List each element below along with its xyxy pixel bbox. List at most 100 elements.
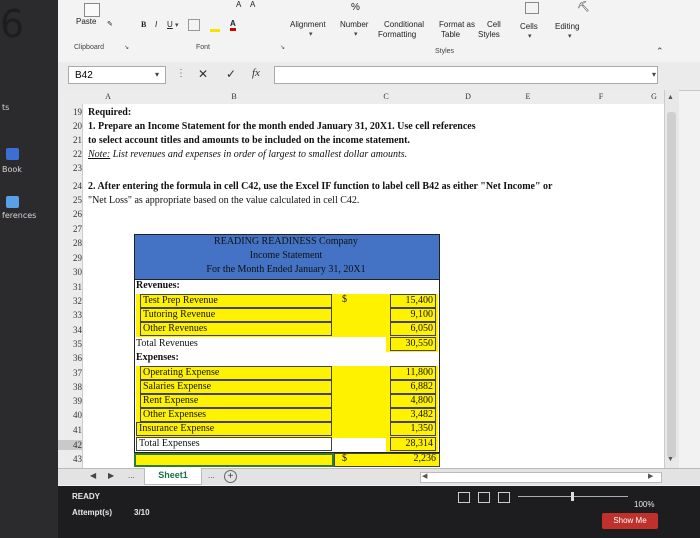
expense-amount[interactable]: 4,800 bbox=[390, 394, 436, 408]
row-header[interactable]: 35 bbox=[58, 339, 82, 349]
row-header[interactable]: 29 bbox=[58, 253, 82, 263]
revenue-name[interactable]: Other Revenues bbox=[140, 322, 332, 336]
row-header[interactable]: 31 bbox=[58, 282, 82, 292]
column-header-c[interactable]: C bbox=[334, 90, 438, 104]
font-color-button[interactable]: A bbox=[230, 19, 236, 31]
expand-formula-icon[interactable]: ▾ bbox=[652, 70, 656, 79]
row-header[interactable]: 36 bbox=[58, 353, 82, 363]
scrollbar-thumb[interactable] bbox=[667, 112, 676, 458]
zoom-level[interactable]: 100% bbox=[634, 500, 654, 509]
scroll-up-icon[interactable]: ▲ bbox=[667, 94, 674, 101]
dialog-launcher-icon[interactable]: ↘ bbox=[124, 44, 129, 51]
alignment-button[interactable]: Alignment bbox=[290, 20, 326, 29]
editing-dropdown-icon[interactable]: ▾ bbox=[568, 32, 572, 40]
scroll-left-icon[interactable]: ◀ bbox=[422, 472, 427, 480]
references-icon[interactable] bbox=[6, 196, 19, 208]
revenue-amount[interactable]: 6,050 bbox=[390, 322, 436, 336]
cells-dropdown-icon[interactable]: ▾ bbox=[528, 32, 532, 40]
normal-view-icon[interactable] bbox=[458, 492, 470, 503]
row-header[interactable]: 25 bbox=[58, 195, 82, 205]
revenues-label[interactable]: Revenues: bbox=[136, 280, 180, 291]
italic-button[interactable]: I bbox=[155, 20, 157, 29]
row-header[interactable]: 34 bbox=[58, 325, 82, 335]
page-break-icon[interactable] bbox=[498, 492, 510, 503]
expense-amount[interactable]: 1,350 bbox=[390, 422, 436, 436]
sheet-overflow-left[interactable]: ... bbox=[128, 471, 135, 480]
expense-name[interactable]: Operating Expense bbox=[140, 366, 332, 380]
column-header-d[interactable]: D bbox=[438, 90, 498, 104]
row-header-selected[interactable]: 42 bbox=[58, 440, 82, 450]
sheet-tab-sheet1[interactable]: Sheet1 bbox=[144, 468, 202, 485]
insert-function-icon[interactable]: fx bbox=[252, 67, 260, 79]
expense-amount[interactable]: 6,882 bbox=[390, 380, 436, 394]
row-header[interactable]: 22 bbox=[58, 149, 82, 159]
vertical-scrollbar[interactable]: ▲ ▼ bbox=[664, 90, 679, 468]
column-header-e[interactable]: E bbox=[498, 90, 558, 104]
row-header[interactable]: 19 bbox=[58, 107, 82, 117]
cells-button[interactable]: Cells bbox=[520, 22, 538, 31]
bold-button[interactable]: B bbox=[141, 20, 146, 29]
alignment-dropdown-icon[interactable]: ▾ bbox=[309, 30, 313, 38]
page-layout-icon[interactable] bbox=[478, 492, 490, 503]
format-as-table-label-2[interactable]: Table bbox=[441, 30, 460, 39]
editing-icon[interactable]: ⛏ bbox=[577, 2, 590, 13]
row-header[interactable]: 33 bbox=[58, 310, 82, 320]
editing-button[interactable]: Editing bbox=[555, 22, 579, 31]
book-icon[interactable] bbox=[6, 148, 19, 160]
cell-styles-button[interactable]: Cell bbox=[487, 20, 501, 29]
cells-icon[interactable] bbox=[525, 2, 539, 14]
total-revenues-label[interactable]: Total Revenues bbox=[136, 338, 198, 349]
horizontal-scrollbar[interactable] bbox=[420, 472, 662, 483]
zoom-slider-thumb[interactable] bbox=[571, 492, 574, 501]
paste-icon[interactable] bbox=[84, 3, 100, 17]
left-panel-item-3[interactable]: ferences bbox=[2, 211, 36, 220]
row-header[interactable]: 30 bbox=[58, 267, 82, 277]
row-header[interactable]: 21 bbox=[58, 135, 82, 145]
show-me-button[interactable]: Show Me bbox=[602, 513, 658, 529]
percent-icon[interactable]: % bbox=[351, 2, 360, 13]
name-box[interactable]: B42 bbox=[68, 66, 166, 84]
more-options-icon[interactable]: ⋮ bbox=[176, 68, 186, 79]
name-box-dropdown-icon[interactable]: ▾ bbox=[155, 70, 159, 79]
add-sheet-icon[interactable]: + bbox=[224, 470, 237, 483]
paste-button[interactable]: Paste bbox=[76, 17, 96, 26]
row-header[interactable]: 38 bbox=[58, 382, 82, 392]
underline-button[interactable]: U bbox=[167, 20, 173, 29]
row-header[interactable]: 23 bbox=[58, 163, 82, 173]
select-all-corner[interactable] bbox=[58, 90, 82, 104]
revenue-amount[interactable]: 15,400 bbox=[390, 294, 436, 308]
revenue-name[interactable]: Test Prep Revenue bbox=[140, 294, 332, 308]
expense-name[interactable]: Salaries Expense bbox=[140, 380, 332, 394]
net-income-label-cell-b42[interactable] bbox=[134, 453, 334, 467]
enter-icon[interactable]: ✓ bbox=[226, 67, 236, 81]
column-header-b[interactable]: B bbox=[134, 90, 334, 104]
net-dollar-sign[interactable]: $ bbox=[342, 453, 347, 464]
expense-name[interactable]: Rent Expense bbox=[140, 394, 332, 408]
total-expenses-label[interactable]: Total Expenses bbox=[136, 437, 332, 451]
row-header[interactable]: 27 bbox=[58, 224, 82, 234]
left-panel-item-2[interactable]: Book bbox=[2, 165, 22, 174]
total-expenses-amount[interactable]: 28,314 bbox=[390, 437, 436, 451]
expense-amount[interactable]: 11,800 bbox=[390, 366, 436, 380]
row-header[interactable]: 40 bbox=[58, 410, 82, 420]
company-name[interactable]: READING READINESS Company bbox=[134, 236, 438, 247]
revenue-name[interactable]: Tutoring Revenue bbox=[140, 308, 332, 322]
statement-title[interactable]: Income Statement bbox=[134, 250, 438, 261]
decrease-font-button[interactable]: A bbox=[250, 0, 255, 9]
revenue-dollar[interactable]: $ bbox=[342, 294, 347, 305]
row-header[interactable]: 26 bbox=[58, 209, 82, 219]
revenue-amount[interactable]: 9,100 bbox=[390, 308, 436, 322]
expense-amount[interactable]: 3,482 bbox=[390, 408, 436, 422]
expenses-label[interactable]: Expenses: bbox=[136, 352, 179, 363]
font-dialog-launcher-icon[interactable]: ↘ bbox=[280, 44, 285, 51]
next-sheet-icon[interactable]: ▶ bbox=[108, 471, 114, 480]
number-button[interactable]: Number bbox=[340, 20, 368, 29]
column-header-g[interactable]: G bbox=[644, 90, 664, 104]
total-revenues-amount[interactable]: 30,550 bbox=[390, 337, 436, 351]
row-header[interactable]: 41 bbox=[58, 425, 82, 435]
borders-icon[interactable] bbox=[188, 19, 200, 31]
row-header[interactable]: 32 bbox=[58, 296, 82, 306]
fill-color-icon[interactable] bbox=[210, 20, 220, 32]
conditional-formatting-button[interactable]: Conditional bbox=[384, 20, 424, 29]
underline-dropdown-icon[interactable]: ▾ bbox=[175, 21, 179, 29]
